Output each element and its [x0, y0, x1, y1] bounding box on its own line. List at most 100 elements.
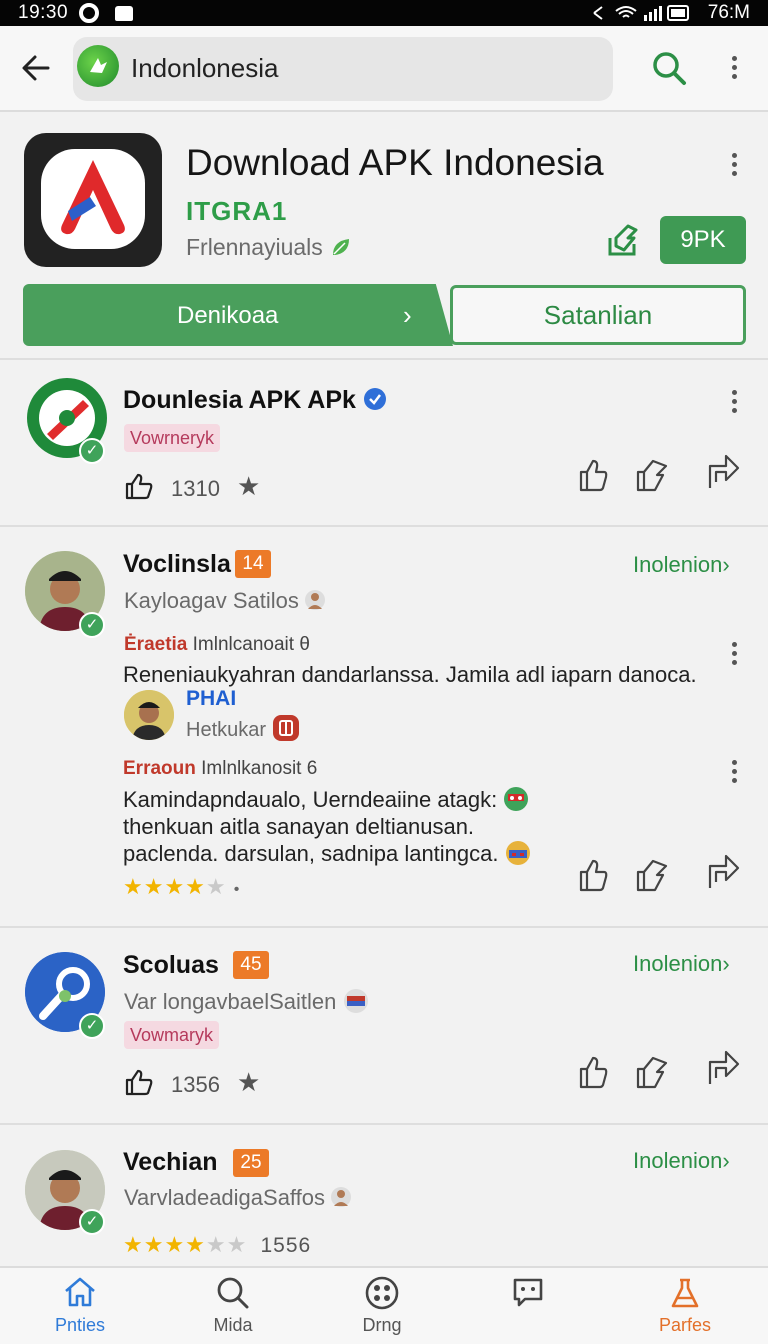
- status-right-time: 76:M: [707, 2, 750, 23]
- bottom-nav: Pnties Mida Drng Parfes: [0, 1266, 768, 1344]
- thumbs-up-icon[interactable]: [124, 472, 154, 500]
- like-action-icon[interactable]: [577, 1055, 609, 1089]
- follow-link[interactable]: Inolenion›: [633, 951, 730, 977]
- review-more-icon[interactable]: [732, 642, 738, 668]
- app-more-options-icon[interactable]: [732, 153, 738, 179]
- level-badge: 45: [233, 951, 269, 979]
- stars-empty: ★★: [205, 1232, 248, 1257]
- leaf-icon: [333, 239, 350, 255]
- star-icon[interactable]: ★: [237, 471, 260, 502]
- review-meta: Ėraetia Imlnlcanoait θ: [124, 634, 310, 656]
- reply-meta-source: Imlnlkanosit: [201, 758, 302, 779]
- chat-icon: [513, 1278, 543, 1307]
- verified-check-icon: ✓: [79, 438, 105, 464]
- boost-icon[interactable]: [635, 858, 669, 892]
- post-author: Scoluas: [123, 951, 219, 979]
- follow-link[interactable]: Inolenion›: [633, 552, 730, 578]
- chevron-right-icon: ›: [403, 300, 412, 330]
- emoji-icon: [504, 787, 529, 811]
- app-title: Download APK Indonesia: [186, 142, 604, 183]
- emoji-icon: [343, 989, 368, 1013]
- verified-badge-icon: [363, 388, 386, 410]
- share-icon[interactable]: [606, 220, 640, 258]
- stars-filled: ★★★★: [123, 1232, 206, 1257]
- stars-filled: ★★★★: [123, 874, 206, 899]
- back-arrow-icon[interactable]: [20, 52, 52, 84]
- verified-check-icon: ✓: [79, 1209, 105, 1235]
- post-more-icon[interactable]: [732, 390, 738, 416]
- nav-label: Pnties: [54, 1315, 106, 1335]
- stars-empty: ★: [205, 874, 227, 899]
- divider: [0, 1123, 768, 1125]
- like-action-icon[interactable]: [577, 858, 609, 892]
- tag-chip[interactable]: Vowmaryk: [124, 1021, 220, 1049]
- share-arrow-icon[interactable]: [704, 1046, 740, 1086]
- follow-link-label: Inolenion: [633, 552, 723, 577]
- divider: [0, 525, 768, 527]
- nav-item-drng[interactable]: Drng: [327, 1268, 437, 1344]
- verified-check-icon: ✓: [79, 1013, 105, 1039]
- review-text: Reneniaukyahran dandarlanssa. Jamila adl…: [123, 662, 697, 687]
- post-author-name: Dounlesia APK APk: [123, 386, 356, 414]
- reply-handle: Hetkukar: [186, 714, 300, 742]
- post-handle-text: Var longavbaelSaitlen: [124, 989, 337, 1014]
- post-author: Vechian: [123, 1148, 218, 1176]
- post-author: Dounlesia APK APk: [123, 386, 387, 415]
- more-options-icon[interactable]: [732, 56, 738, 82]
- share-arrow-icon[interactable]: [704, 450, 740, 490]
- reply-text-line: paclenda. darsulan, sadnipa lantingca.: [123, 840, 531, 867]
- top-app-bar: Indonlonesia: [0, 26, 768, 112]
- search-query[interactable]: Indonlonesia: [131, 53, 278, 84]
- thumbs-up-icon[interactable]: [124, 1068, 154, 1096]
- level-badge: 14: [235, 550, 271, 578]
- chevron-right-icon: ›: [722, 552, 730, 577]
- boost-icon[interactable]: [635, 458, 669, 492]
- app-logo-icon: [77, 45, 119, 87]
- nav-label: Mida: [213, 1315, 253, 1335]
- nav-item-mida[interactable]: Mida: [178, 1268, 288, 1344]
- review-meta-source: Imlnlcanoait: [192, 634, 295, 655]
- share-arrow-icon[interactable]: [704, 850, 740, 890]
- divider: [0, 358, 768, 360]
- like-action-icon[interactable]: [577, 458, 609, 492]
- install-button-label: Denikoaa: [177, 302, 279, 329]
- follow-link[interactable]: Inolenion›: [633, 1148, 730, 1174]
- reply-text-line3: paclenda. darsulan, sadnipa lantingca.: [123, 841, 499, 866]
- review-meta-number: θ: [299, 634, 310, 655]
- app-icon: [24, 133, 162, 267]
- nav-item-parfes[interactable]: Parfes: [630, 1268, 740, 1344]
- search-bar[interactable]: Indonlonesia: [73, 37, 613, 101]
- reply-meta: Erraoun Imlnlkanosit 6: [123, 758, 317, 780]
- like-count: 1310: [171, 476, 220, 501]
- mini-avatar-icon: [305, 590, 326, 610]
- app-subtitle-text: Frlennayiuals: [186, 234, 323, 260]
- nav-item-messages[interactable]: [473, 1268, 583, 1344]
- profile-flask-icon: [671, 1278, 699, 1308]
- install-button[interactable]: Denikoaa ›: [23, 284, 453, 346]
- developer-name[interactable]: ITGRA1: [186, 196, 287, 227]
- review-meta-tag: Ėraetia: [124, 634, 188, 655]
- reply-text-line: Kamindapndaualo, Uerndeaiine atagk:: [123, 786, 529, 813]
- reply-handle-text: Hetkukar: [186, 719, 267, 741]
- app-subtitle: Frlennayiuals: [186, 234, 353, 261]
- status-bar: 19:30 76:M: [0, 0, 768, 26]
- post-handle: Var longavbaelSaitlen: [124, 988, 369, 1015]
- status-time: 19:30: [18, 2, 69, 23]
- notification-icon: [115, 6, 133, 21]
- search-icon[interactable]: [651, 50, 687, 86]
- boost-icon[interactable]: [635, 1055, 669, 1089]
- reviewer-handle-text: Kayloagav Satilos: [124, 588, 299, 613]
- reply-text-line1: Kamindapndaualo, Uerndeaiine atagk:: [123, 787, 498, 812]
- chevron-right-icon: ›: [722, 1148, 730, 1173]
- secondary-button[interactable]: Satanlian: [450, 285, 746, 345]
- reply-more-icon[interactable]: [732, 760, 738, 786]
- size-button[interactable]: 9PK: [660, 216, 746, 264]
- search-nav-icon: [217, 1277, 249, 1309]
- tag-chip[interactable]: Vowrneryk: [124, 424, 221, 452]
- rating-dot: •: [233, 881, 241, 898]
- reply-avatar[interactable]: [124, 690, 174, 740]
- nav-item-pnties[interactable]: Pnties: [25, 1268, 135, 1344]
- star-icon[interactable]: ★: [237, 1067, 260, 1098]
- like-count: 1356: [171, 1072, 220, 1097]
- emoji-icon: [505, 841, 530, 865]
